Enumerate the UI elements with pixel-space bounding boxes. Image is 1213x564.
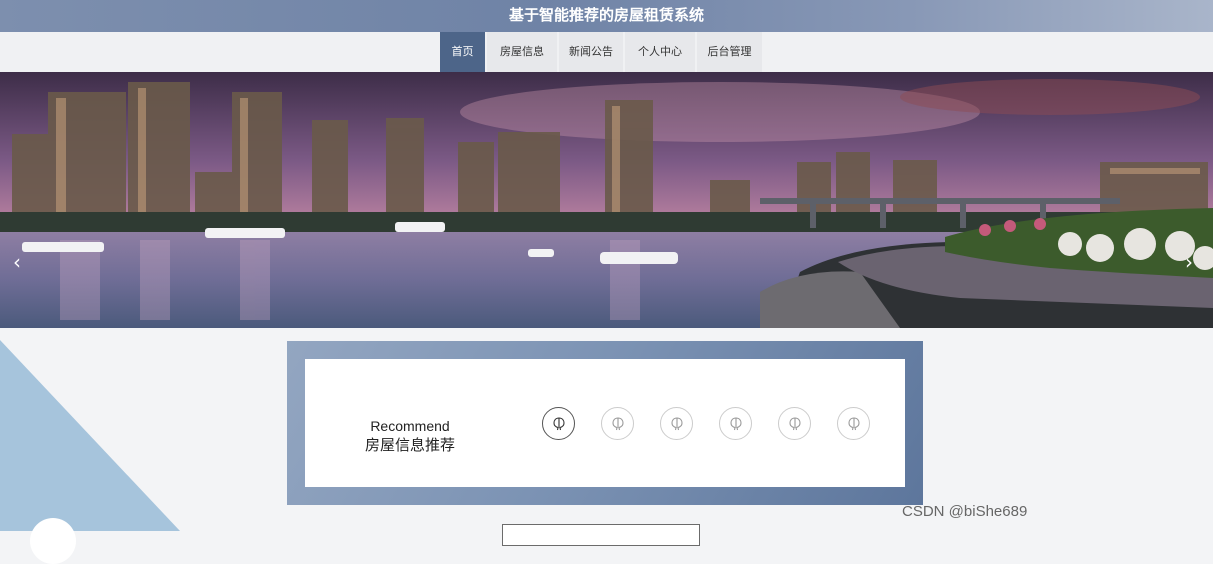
recommend-dot-4[interactable] — [719, 407, 752, 440]
recommend-title: Recommend 房屋信息推荐 — [355, 417, 465, 456]
recommend-title-cn: 房屋信息推荐 — [364, 437, 455, 454]
city-skyline-image — [0, 72, 1213, 328]
hero-carousel[interactable]: ‹ › — [0, 72, 1213, 328]
nav-item-news[interactable]: 新闻公告 — [559, 32, 623, 72]
recommend-dots — [542, 407, 896, 440]
recommend-section: Recommend 房屋信息推荐 — [287, 341, 923, 505]
csdn-watermark: CSDN @biShe689 — [902, 503, 1028, 520]
recommend-card: Recommend 房屋信息推荐 — [305, 359, 905, 487]
main-nav: 首页 房屋信息 新闻公告 个人中心 后台管理 — [0, 32, 1213, 72]
balloon-icon — [788, 416, 801, 430]
app-title: 基于智能推荐的房屋租赁系统 — [508, 7, 704, 24]
balloon-icon — [847, 416, 860, 430]
nav-item-home[interactable]: 首页 — [440, 32, 485, 72]
bottom-decor-circle — [30, 518, 76, 564]
nav-item-personal-center[interactable]: 个人中心 — [625, 32, 695, 72]
bottom-more-button[interactable] — [502, 524, 700, 546]
balloon-icon — [670, 416, 683, 430]
recommend-dot-6[interactable] — [837, 407, 870, 440]
recommend-dot-5[interactable] — [778, 407, 811, 440]
balloon-icon — [729, 416, 742, 430]
nav-list: 首页 房屋信息 新闻公告 个人中心 后台管理 — [440, 32, 764, 72]
recommend-dot-1[interactable] — [542, 407, 575, 440]
carousel-next-arrow[interactable]: › — [1185, 252, 1193, 272]
decorative-triangle — [0, 340, 180, 531]
recommend-title-en: Recommend — [370, 418, 450, 434]
nav-item-admin[interactable]: 后台管理 — [697, 32, 762, 72]
nav-item-house-info[interactable]: 房屋信息 — [487, 32, 557, 72]
carousel-prev-arrow[interactable]: ‹ — [13, 252, 21, 272]
app-title-bar: 基于智能推荐的房屋租赁系统 — [0, 0, 1213, 32]
balloon-icon — [611, 416, 624, 430]
recommend-dot-2[interactable] — [601, 407, 634, 440]
balloon-icon — [552, 416, 565, 430]
recommend-dot-3[interactable] — [660, 407, 693, 440]
